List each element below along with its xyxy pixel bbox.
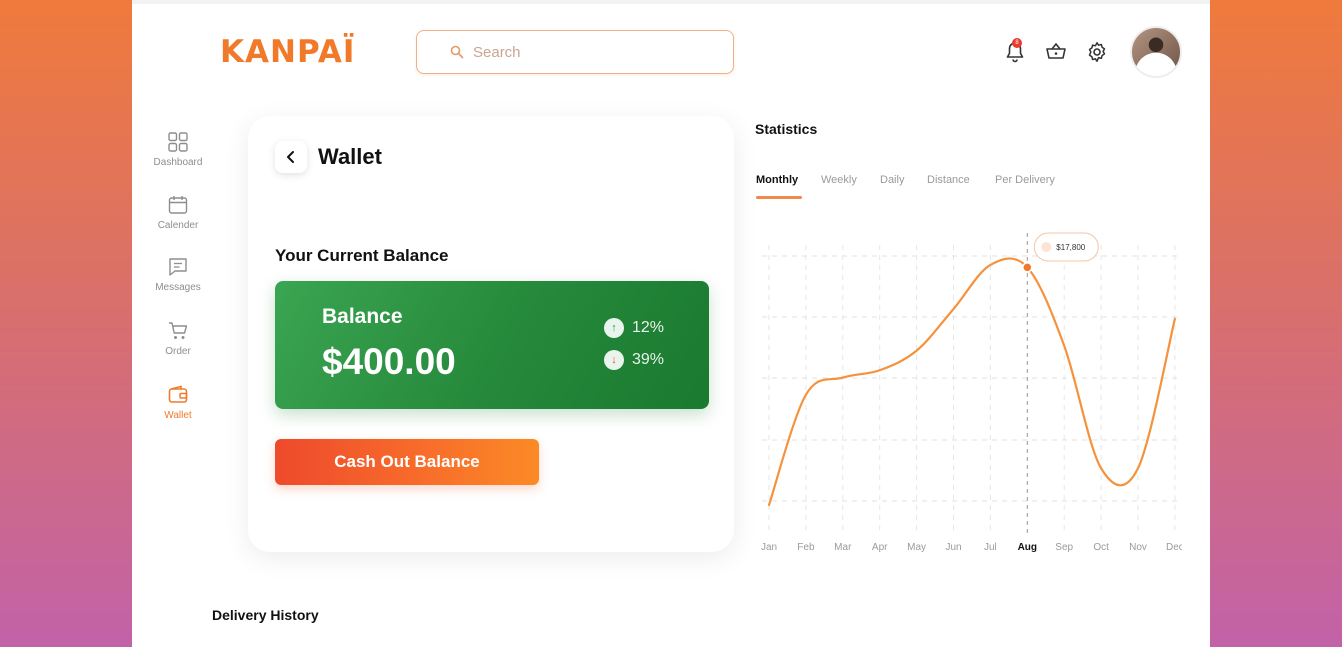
search-input[interactable]	[473, 43, 713, 61]
sidebar-item-dashboard[interactable]: Dashboard	[132, 131, 224, 168]
x-tick-label: Jan	[761, 542, 777, 553]
tab-distance[interactable]: Distance	[927, 174, 970, 186]
x-tick-label: Sep	[1055, 542, 1073, 553]
x-tick-label: Nov	[1129, 542, 1147, 553]
chevron-left-icon	[287, 151, 294, 163]
active-tab-indicator	[756, 196, 802, 199]
user-avatar[interactable]	[1130, 26, 1182, 78]
highlight-point[interactable]	[1022, 262, 1033, 273]
trend-down-icon: ↓	[604, 350, 624, 370]
decrease-percent: 39%	[632, 351, 665, 368]
trend-up-icon: ↑	[604, 318, 624, 338]
sidebar-item-label: Order	[165, 346, 191, 357]
statistics-title: Statistics	[755, 121, 818, 137]
increase-stat: ↑ 12%	[604, 318, 664, 338]
cash-out-button[interactable]: Cash Out Balance	[275, 439, 539, 485]
gear-icon[interactable]	[1085, 40, 1109, 64]
back-button[interactable]	[275, 141, 307, 173]
x-tick-label: Jun	[945, 542, 961, 553]
delivery-history-title: Delivery History	[212, 607, 319, 623]
chart-grid	[762, 233, 1182, 533]
sidebar-item-calendar[interactable]: Calender	[132, 194, 224, 231]
message-icon	[169, 258, 187, 276]
grid-icon	[168, 132, 188, 152]
tab-weekly[interactable]: Weekly	[821, 174, 857, 186]
sidebar-item-wallet[interactable]: Wallet	[132, 384, 224, 421]
decrease-stat: ↓ 39%	[604, 350, 664, 370]
tab-monthly[interactable]: Monthly	[756, 174, 798, 186]
current-balance-heading: Your Current Balance	[275, 246, 449, 265]
sidebar-item-order[interactable]: Order	[132, 320, 224, 357]
x-tick-label: May	[907, 542, 926, 553]
x-tick-label: Mar	[834, 542, 852, 553]
statistics-chart: Jan Feb Mar Apr May Jun Jul Aug Sep Oct Nov Dec $17…	[761, 232, 1182, 553]
top-strip	[132, 0, 1210, 4]
search-box[interactable]	[416, 30, 734, 74]
search-icon	[450, 45, 464, 59]
chart-x-axis: Jan Feb Mar Apr May Jun Jul Aug Sep Oct Nov Dec	[761, 542, 1182, 553]
balance-panel: Balance $400.00 ↑ 12% ↓ 39%	[275, 281, 709, 409]
balance-label: Balance	[322, 305, 403, 328]
x-tick-label: Feb	[797, 542, 815, 553]
chart-tooltip: $17,800	[1022, 232, 1099, 273]
tooltip-icon	[1041, 242, 1052, 252]
wallet-card: Wallet Your Current Balance Balance $400…	[248, 116, 734, 552]
sidebar-item-label: Calender	[157, 220, 199, 231]
x-tick-label: Dec	[1166, 542, 1182, 553]
wallet-icon	[168, 385, 188, 403]
x-tick-label: Jul	[984, 542, 997, 553]
calendar-icon	[168, 196, 188, 214]
sidebar-item-label: Dashboard	[153, 157, 203, 168]
basket-icon[interactable]	[1044, 40, 1068, 64]
chart-series-line	[767, 257, 1176, 507]
tab-per-delivery[interactable]: Per Delivery	[995, 174, 1055, 186]
brand-logo[interactable]: KANPAÏ	[220, 34, 355, 70]
x-tick-label: Aug	[1018, 542, 1037, 553]
notification-badge: 8	[1012, 38, 1022, 48]
page-title: Wallet	[318, 144, 382, 169]
x-tick-label: Apr	[872, 542, 888, 553]
balance-amount: $400.00	[322, 341, 456, 382]
sidebar-item-label: Wallet	[164, 410, 192, 421]
sidebar-item-label: Messages	[155, 282, 201, 293]
tooltip-value: $17,800	[1056, 243, 1085, 252]
app-window: KANPAÏ 8 Dashboard	[132, 0, 1210, 647]
x-tick-label: Oct	[1093, 542, 1109, 553]
increase-percent: 12%	[632, 319, 665, 336]
tab-daily[interactable]: Daily	[880, 174, 904, 186]
cart-icon	[169, 322, 188, 339]
sidebar-item-messages[interactable]: Messages	[132, 256, 224, 293]
